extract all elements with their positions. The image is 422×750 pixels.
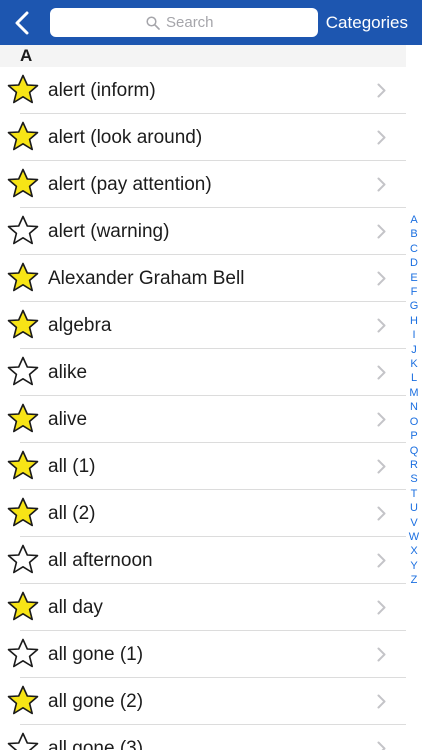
chevron-right-icon [377,318,386,338]
index-letter[interactable]: R [410,458,418,472]
alphabet-index[interactable]: ABCDEFGHIJKLMNOPQRSTUVWXYZ [406,213,422,588]
index-letter[interactable]: M [409,386,418,400]
back-button[interactable] [0,0,44,45]
list-item[interactable]: all (2) [0,490,406,537]
search-input[interactable] [166,14,222,31]
chevron-right-icon [377,412,386,432]
index-letter[interactable]: N [410,400,418,414]
index-letter[interactable]: Y [410,559,417,573]
list-item[interactable]: all afternoon [0,537,406,584]
index-letter[interactable]: S [410,472,417,486]
list-item-label: algebra [48,315,112,336]
index-letter[interactable]: A [410,213,417,227]
list-item[interactable]: alert (inform) [0,67,406,114]
index-letter[interactable]: Z [411,573,418,587]
list-item-label: alert (pay attention) [48,174,212,195]
index-letter[interactable]: P [410,429,417,443]
index-letter[interactable]: F [411,285,418,299]
star-filled-icon[interactable] [6,73,40,107]
star-outline-icon[interactable] [6,637,40,671]
index-letter[interactable]: U [410,501,418,515]
index-letter[interactable]: B [410,227,417,241]
index-letter[interactable]: C [410,242,418,256]
list-item-label: all afternoon [48,550,153,571]
list-item-label: all (2) [48,503,96,524]
index-letter[interactable]: Q [410,444,419,458]
index-letter[interactable]: W [409,530,419,544]
star-outline-icon[interactable] [6,214,40,248]
star-filled-icon[interactable] [6,684,40,718]
index-letter[interactable]: T [411,487,418,501]
star-filled-icon[interactable] [6,402,40,436]
star-filled-icon[interactable] [6,308,40,342]
section-header: A [0,45,406,67]
list-item-label: alive [48,409,88,430]
index-letter[interactable]: X [410,544,417,558]
index-letter[interactable]: E [410,271,417,285]
chevron-right-icon [377,177,386,197]
chevron-right-icon [377,506,386,526]
star-filled-icon[interactable] [6,120,40,154]
chevron-right-icon [377,83,386,103]
star-outline-icon[interactable] [6,355,40,389]
chevron-right-icon [377,365,386,385]
list-item-label: all (1) [48,456,96,477]
list-item-label: alert (inform) [48,80,156,101]
chevron-right-icon [377,647,386,667]
star-filled-icon[interactable] [6,261,40,295]
list-item-label: all gone (3) [48,738,144,750]
list-item[interactable]: all gone (1) [0,631,406,678]
list-item[interactable]: all day [0,584,406,631]
search-bar[interactable] [50,8,318,37]
star-filled-icon[interactable] [6,167,40,201]
chevron-right-icon [377,741,386,750]
star-outline-icon[interactable] [6,731,40,750]
list-item[interactable]: all gone (2) [0,678,406,725]
star-filled-icon[interactable] [6,590,40,624]
chevron-right-icon [377,271,386,291]
index-letter[interactable]: J [411,343,417,357]
list-item-label: alert (warning) [48,221,170,242]
list-item-label: alike [48,362,88,383]
chevron-right-icon [377,130,386,150]
list-item-label: alert (look around) [48,127,203,148]
list-item-label: all gone (2) [48,691,144,712]
index-letter[interactable]: D [410,256,418,270]
list-item[interactable]: algebra [0,302,406,349]
list-item[interactable]: alike [0,349,406,396]
index-letter[interactable]: O [410,415,419,429]
index-letter[interactable]: V [410,516,417,530]
star-filled-icon[interactable] [6,449,40,483]
list-item[interactable]: all gone (3) [0,725,406,750]
navigation-bar: Categories [0,0,422,45]
star-outline-icon[interactable] [6,543,40,577]
list-item[interactable]: Alexander Graham Bell [0,255,406,302]
list-item[interactable]: alert (warning) [0,208,406,255]
star-filled-icon[interactable] [6,496,40,530]
list-item[interactable]: alert (pay attention) [0,161,406,208]
chevron-right-icon [377,600,386,620]
chevron-right-icon [377,459,386,479]
index-letter[interactable]: K [410,357,417,371]
word-list: alert (inform) alert (look around) alert (… [0,67,406,750]
chevron-right-icon [377,224,386,244]
categories-button[interactable]: Categories [326,0,408,45]
list-item-label: all day [48,597,103,618]
index-letter[interactable]: G [410,299,419,313]
list-item-label: all gone (1) [48,644,144,665]
search-icon [146,15,160,30]
chevron-left-icon [15,11,29,34]
list-item-label: Alexander Graham Bell [48,268,245,289]
chevron-right-icon [377,694,386,714]
list-item[interactable]: alive [0,396,406,443]
index-letter[interactable]: L [411,371,417,385]
index-letter[interactable]: I [412,328,415,342]
chevron-right-icon [377,553,386,573]
list-item[interactable]: all (1) [0,443,406,490]
list-item[interactable]: alert (look around) [0,114,406,161]
index-letter[interactable]: H [410,314,418,328]
